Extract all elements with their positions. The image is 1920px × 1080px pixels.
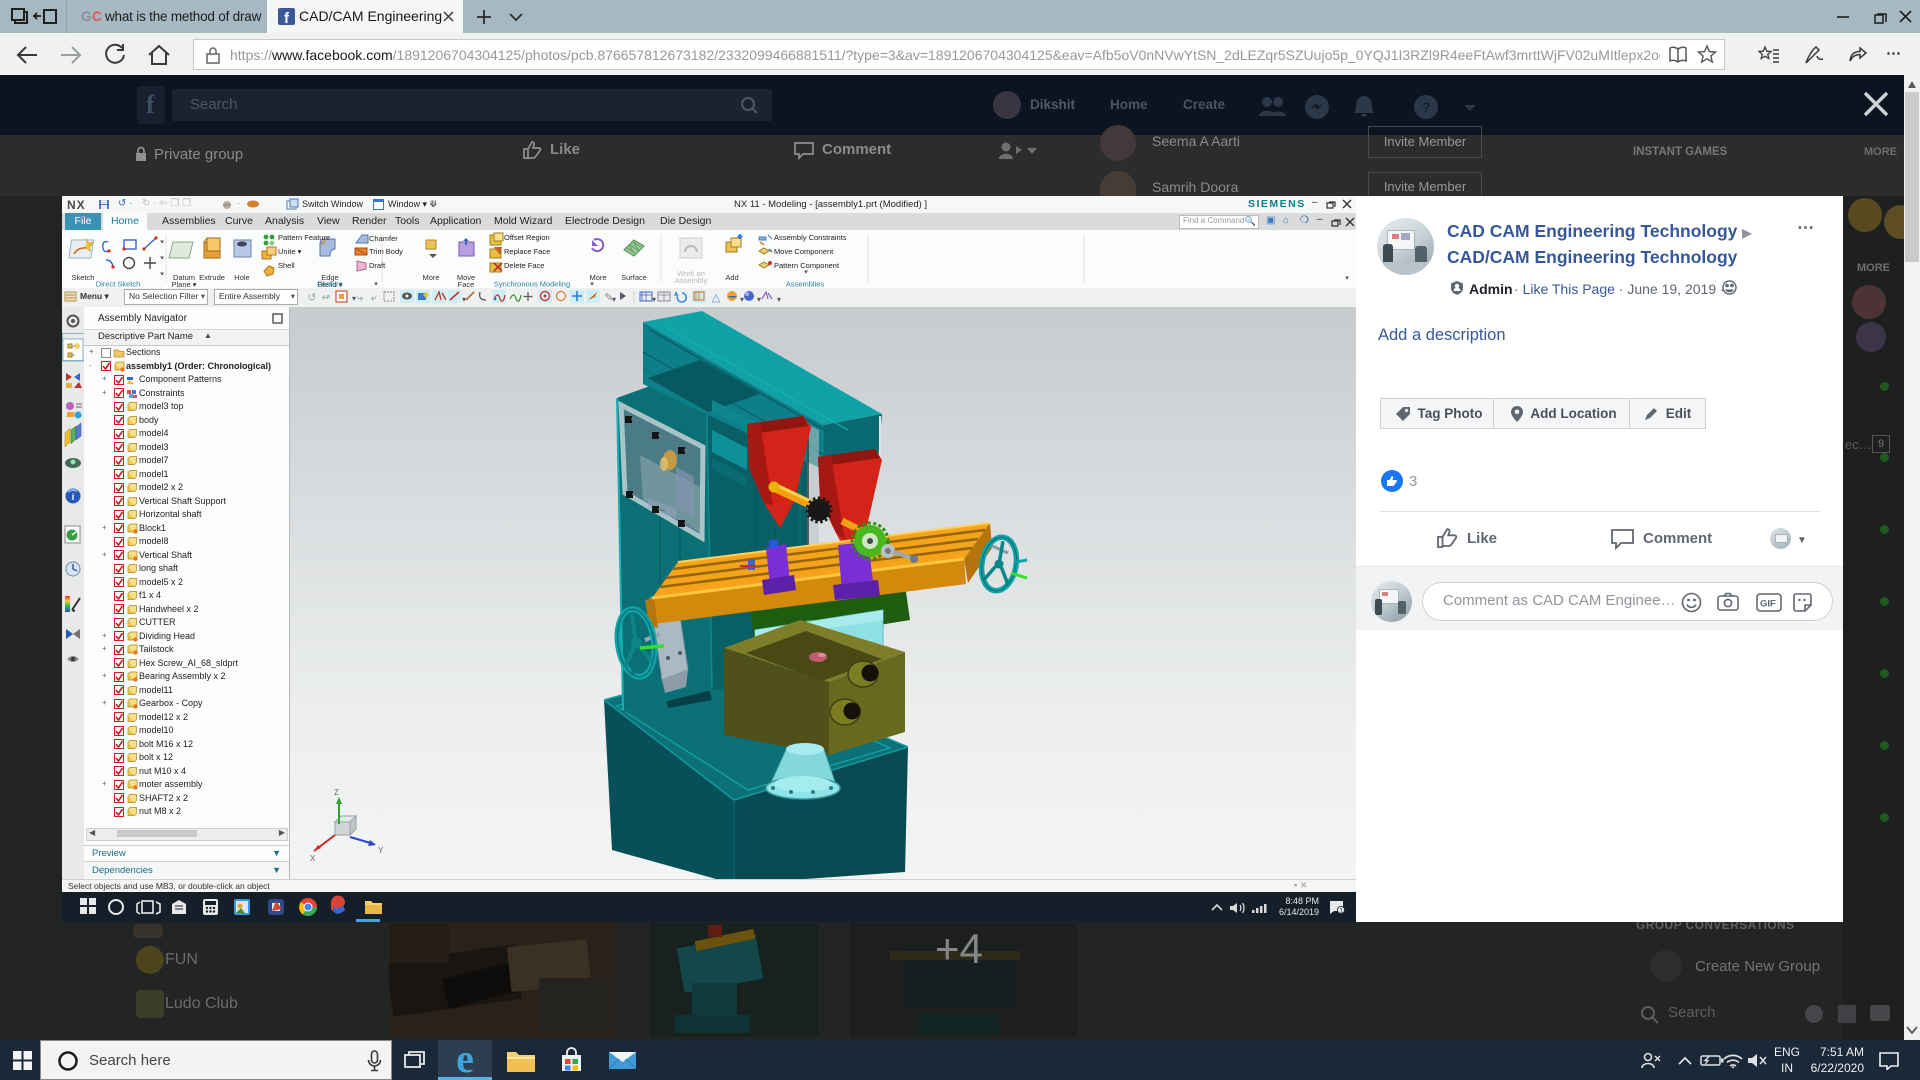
svg-text:Y: Y bbox=[378, 846, 384, 855]
svg-text:GIF: GIF bbox=[1760, 599, 1776, 610]
svg-text:▾: ▾ bbox=[777, 295, 781, 304]
svg-text:▾: ▾ bbox=[462, 295, 466, 304]
svg-text:▾: ▾ bbox=[352, 294, 356, 303]
svg-text:?: ? bbox=[1422, 99, 1431, 115]
svg-text:X: X bbox=[310, 854, 316, 863]
svg-text:Move Component: Move Component bbox=[774, 247, 834, 256]
svg-text:⤷: ⤷ bbox=[357, 292, 364, 304]
svg-text:More: More bbox=[422, 273, 439, 282]
svg-text:i: i bbox=[72, 492, 75, 502]
svg-text:▾: ▾ bbox=[590, 281, 594, 288]
svg-text:Synchronous Modeling: Synchronous Modeling bbox=[494, 280, 570, 289]
svg-text:Chamfer: Chamfer bbox=[369, 234, 398, 243]
svg-text:Hole: Hole bbox=[234, 273, 249, 282]
svg-text:▾: ▾ bbox=[374, 281, 378, 288]
svg-text:▾: ▾ bbox=[1345, 275, 1349, 282]
svg-text:▾: ▾ bbox=[740, 295, 744, 304]
svg-text:▾: ▾ bbox=[160, 239, 164, 246]
svg-text:Direct Sketch: Direct Sketch bbox=[96, 280, 141, 289]
svg-text:Shell: Shell bbox=[278, 261, 295, 270]
svg-text:Plane ▾: Plane ▾ bbox=[171, 280, 196, 288]
svg-text:Sketch: Sketch bbox=[72, 273, 95, 282]
svg-text:Z: Z bbox=[334, 788, 339, 797]
svg-text:▾: ▾ bbox=[160, 271, 164, 278]
svg-text:Pattern Feature: Pattern Feature bbox=[278, 233, 330, 242]
svg-text:Replace Face: Replace Face bbox=[504, 247, 550, 256]
svg-text:▾: ▾ bbox=[757, 295, 761, 304]
svg-text:↫: ↫ bbox=[321, 292, 330, 304]
svg-text:▾: ▾ bbox=[804, 269, 808, 276]
svg-text:↺: ↺ bbox=[307, 292, 316, 304]
svg-text:Add: Add bbox=[725, 273, 738, 282]
svg-text:△: △ bbox=[712, 292, 721, 304]
svg-text:Feature: Feature bbox=[317, 280, 343, 289]
svg-text:Delete Face: Delete Face bbox=[504, 261, 544, 270]
svg-text:Extrude: Extrude bbox=[199, 273, 225, 282]
svg-text:Surface: Surface bbox=[621, 273, 647, 282]
svg-text:Assembly: Assembly bbox=[675, 276, 708, 285]
svg-text:▾: ▾ bbox=[652, 295, 656, 304]
svg-text:▾: ▾ bbox=[612, 295, 616, 304]
svg-text:Unite ▾: Unite ▾ bbox=[278, 247, 302, 256]
svg-text:Assembly Constraints: Assembly Constraints bbox=[774, 233, 847, 242]
svg-text:▾: ▾ bbox=[160, 255, 164, 262]
svg-text:⤶: ⤶ bbox=[371, 292, 378, 304]
svg-text:Draft: Draft bbox=[369, 261, 386, 270]
svg-text:Trim Body: Trim Body bbox=[369, 247, 403, 256]
svg-text:Face: Face bbox=[458, 280, 475, 288]
svg-text:Offset Region: Offset Region bbox=[504, 233, 550, 242]
svg-text:Assemblies: Assemblies bbox=[786, 280, 825, 289]
